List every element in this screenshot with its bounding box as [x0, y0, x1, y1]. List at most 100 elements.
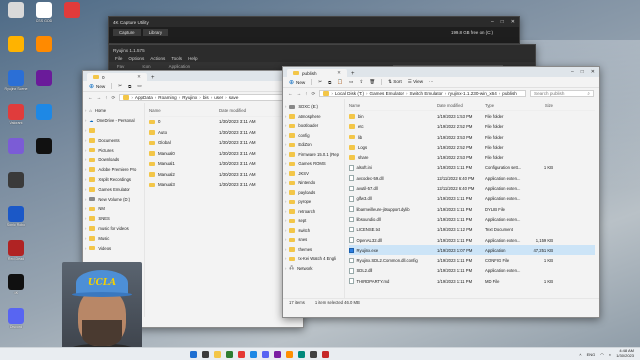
desktop-shortcut[interactable] — [30, 70, 58, 87]
more-options-icon[interactable]: ⋯ — [429, 79, 434, 85]
sort-button[interactable]: ⇅ Sort — [388, 79, 402, 85]
edge-icon[interactable] — [250, 350, 257, 358]
app-icon[interactable] — [274, 350, 281, 358]
search-icon[interactable] — [202, 350, 209, 358]
sidebar-item[interactable]: › ⌂ Home — [85, 106, 142, 116]
menu-options[interactable]: Options — [128, 56, 144, 61]
sidebar-item[interactable]: › 🖧 Network — [285, 264, 342, 274]
sidebar-item[interactable]: › switch — [285, 226, 342, 236]
sidebar-item[interactable]: › Music — [85, 233, 142, 243]
menu-actions[interactable]: Actions — [150, 56, 165, 61]
minimize-icon[interactable]: – — [491, 19, 494, 25]
share-icon[interactable]: ⇪ — [359, 79, 363, 85]
breadcrumb-segment[interactable]: Ryujinx — [182, 95, 197, 100]
desktop-shortcut[interactable] — [58, 2, 86, 19]
breadcrumb-segment[interactable]: Local Disk (T:) — [335, 91, 364, 96]
list-item[interactable]: etc 1/19/2022 2:52 PM File folder — [349, 122, 595, 132]
app-icon[interactable] — [286, 350, 293, 358]
sidebar-item[interactable]: › tx-Kei Watch 4 Engli — [285, 254, 342, 264]
sidebar-item[interactable]: › themes — [285, 245, 342, 255]
sidebar-item[interactable]: › Nintendo — [285, 178, 342, 188]
up-arrow-icon[interactable]: ↑ — [305, 91, 307, 96]
desktop-shortcut[interactable] — [2, 138, 30, 155]
sidebar-item[interactable]: › pyrope — [285, 197, 342, 207]
list-item[interactable]: alsoft.ini 1/19/2023 1:11 PM Configuration… — [349, 163, 595, 173]
volume-icon[interactable]: ◖ — [609, 352, 611, 357]
sidebar-item[interactable]: › music for videos — [85, 224, 142, 234]
col-application[interactable]: Application — [169, 64, 190, 69]
tab-save[interactable]: 0 ✕ — [87, 73, 147, 81]
desktop-shortcut[interactable]: Discord — [2, 308, 30, 329]
desktop-shortcut[interactable] — [2, 2, 30, 19]
new-tab-button[interactable]: + — [351, 71, 355, 77]
up-arrow-icon[interactable]: ↑ — [105, 95, 107, 100]
col-icon[interactable]: Icon — [142, 64, 150, 69]
desktop-shortcut[interactable] — [2, 172, 30, 189]
sidebar-item[interactable]: › Pictures — [85, 145, 142, 155]
view-button[interactable]: ☰ View — [408, 79, 423, 85]
app-icon[interactable] — [238, 350, 245, 358]
breadcrumb-segment[interactable]: Roaming — [158, 95, 176, 100]
store-icon[interactable] — [226, 350, 233, 358]
sidebar-item[interactable]: › sept — [285, 216, 342, 226]
sidebar-item[interactable]: › New Volume (D:) — [85, 194, 142, 204]
list-item[interactable]: Global 1/30/2023 3:11 AM — [149, 138, 299, 149]
desktop-shortcut[interactable]: CSS GOD — [30, 2, 58, 23]
breadcrumb-segment[interactable]: Switch Emulator — [410, 91, 443, 96]
col-name[interactable]: Name — [349, 103, 437, 108]
cut-icon[interactable]: ✂ — [118, 83, 122, 89]
rename-icon[interactable]: ▭ — [349, 79, 353, 85]
back-arrow-icon[interactable]: ← — [288, 91, 293, 96]
sidebar-item[interactable]: › atmosphere — [285, 112, 342, 122]
breadcrumb-segment[interactable]: save — [229, 95, 239, 100]
list-item[interactable]: lib 1/19/2022 3:53 PM File folder — [349, 132, 595, 142]
sidebar-item[interactable]: › payloads — [285, 188, 342, 198]
col-fav[interactable]: Fav — [117, 64, 124, 69]
list-item[interactable]: Manual1 1/30/2023 3:11 AM — [149, 159, 299, 170]
close-icon[interactable]: ✕ — [591, 69, 595, 75]
sidebar-item[interactable]: › SDXC (E:) — [285, 102, 342, 112]
breadcrumb-segment[interactable]: bis — [203, 95, 209, 100]
new-tab-button[interactable]: + — [151, 75, 155, 81]
desktop-shortcut[interactable] — [30, 138, 58, 155]
list-item[interactable]: Ryujinx.exe 1/19/2023 1:07 PM Application 4… — [349, 245, 595, 256]
sidebar-item[interactable]: › retroarch — [285, 207, 342, 217]
sidebar-item[interactable]: › SNES — [85, 214, 142, 224]
maximize-icon[interactable]: □ — [581, 69, 584, 75]
sidebar-item[interactable]: › Firmware 15.0.1 (Rep — [285, 150, 342, 160]
desktop-shortcut[interactable] — [30, 104, 58, 121]
close-icon[interactable]: ✕ — [511, 19, 515, 25]
clock[interactable]: 4:48 AM 1/30/2023 — [616, 349, 634, 358]
discord-icon[interactable] — [262, 350, 269, 358]
delete-icon[interactable]: 🗑 — [369, 79, 375, 85]
sidebar-item[interactable]: › config — [285, 131, 342, 141]
new-button[interactable]: ⊕ New — [89, 83, 105, 90]
list-item[interactable]: libsoundio.dll 1/19/2023 1:11 PM Applicati… — [349, 214, 595, 224]
wifi-icon[interactable]: ◠ — [600, 352, 604, 357]
desktop-shortcut[interactable]: 4K — [2, 274, 30, 295]
col-type[interactable]: Type — [485, 103, 525, 108]
list-item[interactable]: OpenAL32.dll 1/19/2023 1:11 PM Application… — [349, 235, 595, 245]
desktop-shortcut[interactable]: Ryujinx Scene — [2, 70, 30, 91]
list-item[interactable]: avcodec-59.dll 12/11/2022 6:40 PM Applicat… — [349, 173, 595, 183]
back-arrow-icon[interactable]: ← — [88, 95, 93, 100]
list-item[interactable]: bin 1/19/2023 1:53 PM File folder — [349, 111, 595, 121]
app-icon[interactable] — [322, 350, 329, 358]
sidebar-item[interactable]: › Games Emulator — [85, 184, 142, 194]
sidebar-item[interactable]: › Downloads — [85, 155, 142, 165]
list-item[interactable]: LICENSE.txt 1/19/2023 1:12 PM Text Documen… — [349, 225, 595, 235]
sidebar-item[interactable]: › NM — [85, 204, 142, 214]
col-date[interactable]: Date modified — [219, 108, 246, 113]
sidebar-item[interactable]: › Xsplit Recordings — [85, 175, 142, 185]
col-name[interactable]: Name — [149, 108, 219, 113]
list-item[interactable]: Auto 1/30/2023 3:11 AM — [149, 127, 299, 138]
desktop-shortcut[interactable]: Valorant — [2, 104, 30, 125]
app-icon[interactable] — [310, 350, 317, 358]
sidebar-item[interactable]: › Games ROMS — [285, 159, 342, 169]
sidebar-item[interactable]: › — [85, 126, 142, 136]
list-item[interactable]: 0 1/30/2023 3:11 AM — [149, 117, 299, 128]
address-bar[interactable]: › AppData › Roaming › Ryujinx › bis › user › save — [119, 94, 298, 101]
desktop-shortcut[interactable]: Red Dead — [2, 240, 30, 261]
copy-icon[interactable]: ⧉ — [328, 80, 331, 85]
close-tab-icon[interactable]: ✕ — [137, 74, 141, 80]
